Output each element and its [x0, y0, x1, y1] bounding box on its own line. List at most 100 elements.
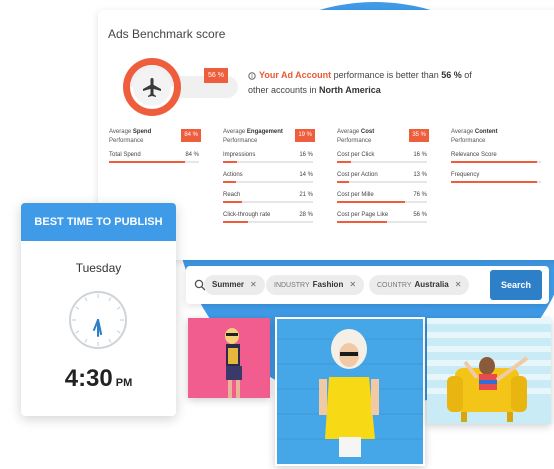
close-icon[interactable]: ✕	[250, 280, 257, 289]
metric-row: Click-through rate 28 %	[223, 210, 313, 230]
metric-label: Total Spend	[109, 152, 141, 158]
publish-time-ampm: PM	[115, 377, 133, 389]
metric-row: Cost per Mille 76 %	[337, 190, 427, 210]
metric-score-badge: 35 %	[409, 129, 429, 142]
metric-column: Average Content Performance Relevance Scor…	[451, 128, 541, 190]
metric-row: Cost per Click 16 %	[337, 150, 427, 170]
metric-label: Impressions	[223, 152, 256, 158]
chip-value: Summer	[212, 280, 245, 289]
metric-progress-track	[451, 181, 541, 183]
metric-score-badge: 19 %	[295, 129, 315, 142]
best-time-card: BEST TIME TO PUBLISH Tuesday 4:30 PM	[21, 203, 176, 416]
close-icon[interactable]: ✕	[455, 280, 462, 289]
metric-column: Average Engagement Performance 19 % Impress…	[223, 128, 315, 230]
info-icon	[248, 71, 256, 80]
metric-label: Actions	[223, 172, 243, 178]
metric-progress-track	[451, 161, 541, 163]
filter-chip-summer[interactable]: Summer ✕	[204, 275, 265, 295]
metric-label: Cost per Mille	[337, 192, 374, 198]
metric-value: 84 %	[185, 152, 199, 158]
metric-progress-track	[337, 181, 427, 183]
metric-row: Relevance Score	[451, 150, 541, 170]
metric-label: Cost per Click	[337, 152, 375, 158]
publish-time: 4:30 PM	[21, 365, 176, 393]
summary-percent: 56 %	[441, 70, 462, 80]
metric-progress-fill	[451, 161, 537, 163]
metric-value: 13 %	[413, 172, 427, 178]
metric-progress-fill	[223, 181, 236, 183]
metric-value: 16 %	[299, 152, 313, 158]
metric-row: Total Spend 84 %	[109, 150, 199, 170]
chip-key: INDUSTRY	[274, 282, 310, 289]
metric-row: Cost per Action 13 %	[337, 170, 427, 190]
metric-label: Frequency	[451, 172, 480, 178]
metric-value: 21 %	[299, 192, 313, 198]
metric-label: Reach	[223, 192, 241, 198]
chip-value: Fashion	[312, 280, 344, 289]
publish-time-value: 4:30	[64, 365, 113, 392]
chip-key: COUNTRY	[377, 282, 412, 289]
metric-heading: Average Content Performance	[451, 128, 541, 150]
metric-row: Impressions 16 %	[223, 150, 313, 170]
metric-progress-fill	[223, 201, 242, 203]
metric-progress-track	[337, 201, 427, 203]
metric-progress-fill	[109, 161, 185, 163]
metric-progress-track	[337, 221, 427, 223]
metric-heading-prefix: Average	[109, 129, 133, 135]
metric-label: Cost per Action	[337, 172, 378, 178]
metric-value: 76 %	[413, 192, 427, 198]
metric-progress-track	[109, 161, 199, 163]
chip-value: Australia	[414, 280, 449, 289]
metric-label: Cost per Page Like	[337, 212, 389, 218]
metric-heading-suffix: Performance	[109, 138, 144, 144]
metric-progress-track	[223, 221, 313, 223]
metric-value: 56 %	[413, 212, 427, 218]
close-icon[interactable]: ✕	[349, 280, 356, 289]
metric-heading-suffix: Performance	[451, 138, 486, 144]
metric-value: 14 %	[299, 172, 313, 178]
summary-region: North America	[319, 85, 381, 95]
metric-heading-suffix: Performance	[337, 138, 372, 144]
metric-progress-track	[223, 201, 313, 203]
metric-label: Click-through rate	[223, 212, 271, 218]
metric-heading-bold: Engagement	[246, 129, 283, 135]
summary-text-1: performance is better than	[331, 70, 442, 80]
best-time-header: BEST TIME TO PUBLISH	[21, 203, 176, 241]
metric-column: Average Cost Performance 35 % Cost per Clic…	[337, 128, 429, 230]
photo-woman-yellow-top[interactable]	[275, 317, 425, 466]
metric-row: Reach 21 %	[223, 190, 313, 210]
metric-progress-fill	[337, 201, 406, 203]
photo-woman-pink-background[interactable]	[188, 318, 270, 398]
benchmark-gauge	[123, 58, 181, 116]
metric-row: Cost per Page Like 56 %	[337, 210, 427, 230]
metric-progress-fill	[223, 161, 238, 163]
metric-value: 28 %	[299, 212, 313, 218]
publish-day: Tuesday	[75, 261, 122, 275]
metric-heading-prefix: Average	[451, 129, 475, 135]
metric-progress-fill	[451, 181, 537, 183]
gauge-percent-badge: 56 %	[204, 68, 228, 83]
metric-heading-prefix: Average	[337, 129, 361, 135]
metric-heading-suffix: Performance	[223, 138, 258, 144]
metric-heading-bold: Spend	[132, 129, 152, 135]
metric-row: Actions 14 %	[223, 170, 313, 190]
metric-score-badge: 84 %	[181, 129, 201, 142]
filter-chip-industry[interactable]: INDUSTRY Fashion ✕	[266, 275, 365, 295]
search-button[interactable]: Search	[490, 270, 542, 300]
metric-heading-bold: Cost	[360, 129, 375, 135]
metric-heading-bold: Content	[474, 129, 498, 135]
metric-label: Relevance Score	[451, 152, 497, 158]
metric-heading-prefix: Average	[223, 129, 247, 135]
metric-progress-fill	[337, 181, 349, 183]
metric-progress-track	[337, 161, 427, 163]
metric-row: Frequency	[451, 170, 541, 190]
filter-chip-country[interactable]: COUNTRY Australia ✕	[369, 275, 470, 295]
metric-progress-fill	[337, 161, 352, 163]
clock-icon	[69, 291, 127, 349]
metric-column: Average Spend Performance 84 % Total Spend 8…	[109, 128, 201, 170]
metric-progress-fill	[223, 221, 249, 223]
metric-value: 16 %	[413, 152, 427, 158]
photo-woman-yellow-chair[interactable]	[427, 318, 551, 424]
metric-progress-track	[223, 181, 313, 183]
ad-account-link[interactable]: Your Ad Account	[259, 70, 331, 80]
